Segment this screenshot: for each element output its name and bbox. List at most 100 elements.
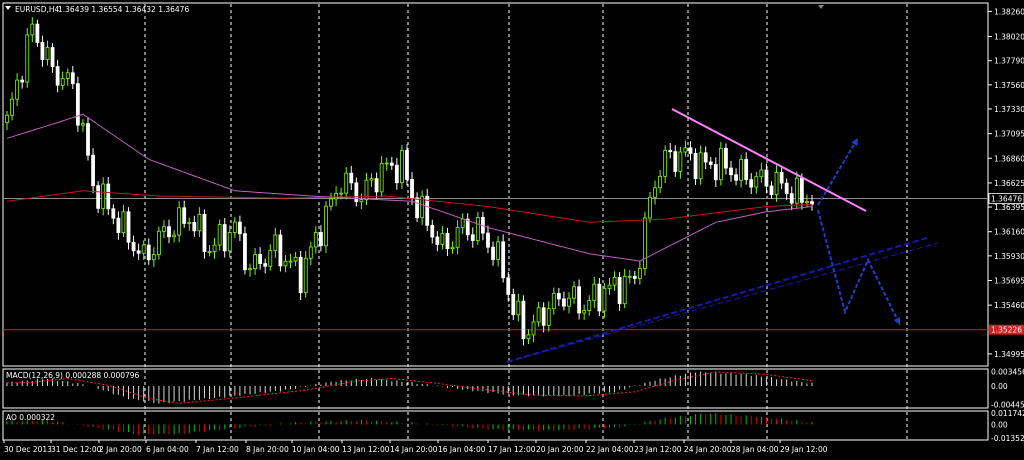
- time-tick-label: 23 Jan 12:00: [634, 445, 682, 454]
- candle-body: [394, 164, 399, 184]
- candle-body: [678, 151, 683, 172]
- ao-tick-label: 0.011742: [991, 409, 1024, 418]
- candle-body: [496, 241, 501, 260]
- candle-body: [602, 287, 607, 312]
- candle-body: [435, 236, 440, 245]
- candle-body: [45, 47, 50, 60]
- candle-body: [541, 307, 546, 326]
- candle-body: [349, 172, 354, 184]
- pane-frame-0: [2, 2, 989, 367]
- candle-body: [779, 172, 784, 184]
- candle-body: [212, 244, 217, 252]
- candle-body: [445, 233, 450, 250]
- candle-body: [222, 224, 227, 252]
- candle-body: [415, 197, 419, 219]
- candle-body: [749, 179, 754, 188]
- candle-body: [359, 199, 364, 203]
- candle-body: [187, 222, 192, 224]
- candle-body: [96, 185, 101, 209]
- ao-label: AO 0.000322: [6, 413, 55, 422]
- candle-body: [734, 174, 738, 181]
- candle-body: [617, 276, 622, 305]
- time-tick-label: 10 Jan 04:00: [292, 445, 340, 454]
- price-tick-label: 1.37790: [994, 57, 1024, 66]
- current-price-label: 1.36476: [991, 195, 1022, 204]
- time-tick-label: 20 Jan 20:00: [536, 445, 584, 454]
- time-tick-label: 13 Jan 12:00: [342, 445, 390, 454]
- candle-body: [308, 246, 313, 259]
- macd-label: MACD(12,26,9) 0.000288 0.000796: [6, 371, 140, 380]
- symbol-dropdown-icon: [5, 6, 11, 10]
- candle-body: [162, 226, 166, 232]
- price-tick-label: 1.35695: [994, 276, 1024, 285]
- time-tick-label: 16 Jan 04:00: [438, 445, 486, 454]
- candle-body: [582, 310, 587, 314]
- candle-body: [116, 217, 121, 233]
- candle-body: [516, 300, 521, 316]
- candle-body: [313, 232, 318, 248]
- candle-body: [729, 167, 733, 176]
- candle-body: [622, 275, 627, 305]
- candle-body: [698, 152, 703, 180]
- candle-body: [531, 321, 536, 336]
- candle-body: [658, 175, 663, 189]
- time-tick-label: 14 Jan 20:00: [390, 445, 438, 454]
- price-tick-label: 1.37330: [994, 105, 1024, 114]
- candle-body: [612, 276, 617, 286]
- candle-body: [501, 241, 506, 279]
- candle-body: [648, 196, 652, 219]
- chart-window[interactable]: 1.38260 1.38020 1.37790 1.37560 1.37330 1.370…: [0, 0, 1024, 456]
- candle-body: [303, 257, 308, 294]
- candle-body: [15, 79, 20, 100]
- candle-body: [703, 152, 708, 163]
- candle-body: [324, 205, 328, 247]
- candle-body: [799, 177, 804, 203]
- candle-body: [551, 293, 556, 310]
- macd-tick-label: 0.003456: [991, 368, 1024, 377]
- candle-body: [632, 275, 637, 279]
- time-tick-label: 7 Jan 12:00: [196, 445, 239, 454]
- chart-canvas[interactable]: 1.38260 1.38020 1.37790 1.37560 1.37330 1.370…: [0, 0, 1024, 456]
- candle-body: [106, 183, 111, 210]
- time-tick-label: 24 Jan 20:00: [684, 445, 732, 454]
- candle-body: [587, 300, 592, 312]
- candle-body: [663, 149, 668, 177]
- candle-body: [263, 263, 268, 267]
- candle-body: [572, 286, 576, 299]
- candle-body: [470, 234, 475, 241]
- candle-body: [506, 277, 511, 295]
- candle-body: [764, 169, 769, 187]
- candle-body: [693, 153, 698, 180]
- candle-body: [400, 149, 404, 184]
- candle-body: [805, 201, 809, 204]
- candle-body: [298, 256, 303, 294]
- candle-body: [643, 217, 647, 269]
- candle-body: [146, 244, 151, 261]
- candle-body: [567, 297, 571, 307]
- candle-body: [248, 268, 252, 271]
- candle-body: [172, 234, 176, 238]
- candle-body: [810, 201, 814, 205]
- candle-body: [754, 176, 759, 188]
- ohlc-values: 1.36439 1.36554 1.36432 1.36476: [58, 5, 189, 14]
- price-tick-label: 1.36860: [994, 154, 1024, 163]
- candle-body: [379, 162, 384, 193]
- candle-body: [713, 164, 718, 181]
- candle-body: [10, 98, 14, 116]
- candle-body: [273, 234, 278, 251]
- candle-body: [430, 224, 435, 238]
- macd-tick-label: 0.00: [991, 382, 1008, 391]
- candle-body: [192, 222, 197, 232]
- candle-body: [769, 185, 774, 196]
- candle-body: [683, 147, 688, 153]
- candle-body: [374, 178, 379, 193]
- candle-body: [637, 268, 642, 279]
- candle-body: [283, 260, 288, 267]
- candle-body: [318, 232, 323, 247]
- candle-body: [460, 218, 465, 228]
- price-tick-label: 1.35460: [994, 301, 1024, 310]
- candle-body: [121, 211, 126, 233]
- candle-body: [293, 256, 298, 262]
- ao-tick-label: 0.00: [991, 421, 1008, 430]
- candle-body: [405, 149, 409, 180]
